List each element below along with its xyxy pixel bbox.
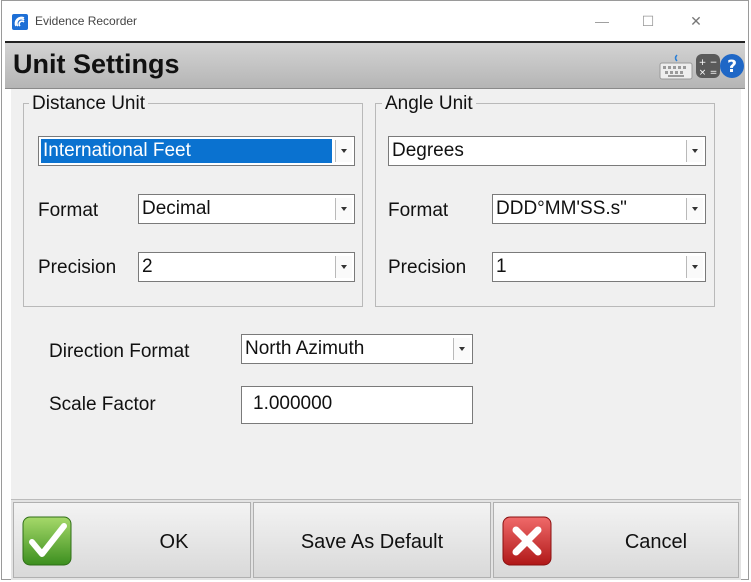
save-as-default-label: Save As Default [300, 531, 444, 553]
angle-unit-group: Angle Unit Degrees Format DDD°MM'SS.s" P… [375, 93, 715, 307]
direction-format-select[interactable]: North Azimuth [241, 334, 473, 364]
distance-unit-group: Distance Unit International Feet Format … [23, 93, 363, 307]
angle-precision-label: Precision [388, 257, 467, 278]
save-as-default-button[interactable]: Save As Default [253, 502, 491, 578]
distance-precision-select[interactable]: 2 [138, 252, 355, 282]
scale-factor-value: 1.000000 [253, 393, 333, 414]
close-button[interactable]: ✕ [682, 9, 710, 33]
title-bar: Evidence Recorder — ☐ ✕ [2, 1, 748, 41]
chevron-down-icon [686, 140, 703, 162]
distance-format-value: Decimal [142, 198, 211, 219]
ok-button-label: OK [159, 531, 189, 553]
angle-format-label: Format [388, 200, 449, 221]
keyboard-icon[interactable] [659, 53, 693, 86]
distance-unit-label: Distance Unit [29, 93, 148, 115]
chevron-down-icon [335, 198, 352, 220]
minimize-button[interactable]: — [588, 9, 616, 33]
distance-unit-select[interactable]: International Feet [38, 136, 355, 166]
direction-format-label: Direction Format [49, 341, 190, 362]
scale-factor-input[interactable]: 1.000000 [241, 386, 473, 424]
button-bar: OK Save As Default Cancel [11, 499, 741, 580]
settings-panel: Distance Unit International Feet Format … [11, 89, 741, 499]
svg-text:+: + [699, 58, 707, 68]
app-logo-icon [12, 14, 28, 30]
svg-text:=: = [710, 68, 718, 78]
chevron-down-icon [335, 256, 352, 278]
distance-precision-label: Precision [38, 257, 117, 278]
distance-precision-value: 2 [142, 256, 153, 277]
svg-text:?: ? [727, 57, 737, 77]
maximize-button[interactable]: ☐ [634, 9, 662, 33]
cancel-button[interactable]: Cancel [493, 502, 739, 578]
angle-format-select[interactable]: DDD°MM'SS.s" [492, 194, 706, 224]
distance-format-label: Format [38, 200, 99, 221]
angle-format-value: DDD°MM'SS.s" [496, 198, 627, 219]
chevron-down-icon [686, 198, 703, 220]
close-x-icon [502, 516, 552, 566]
svg-text:×: × [699, 68, 707, 78]
app-window: Evidence Recorder — ☐ ✕ Unit Settings + −… [1, 0, 749, 580]
page-header: Unit Settings + − × = ? [5, 41, 745, 89]
chevron-down-icon [453, 338, 470, 360]
cancel-button-label: Cancel [624, 531, 688, 553]
ok-button[interactable]: OK [13, 502, 251, 578]
scale-factor-label: Scale Factor [49, 394, 156, 415]
window-title: Evidence Recorder [35, 14, 138, 28]
distance-unit-value: International Feet [41, 139, 332, 163]
svg-text:−: − [710, 58, 718, 68]
page-title: Unit Settings [13, 49, 180, 79]
checkmark-icon [22, 516, 72, 566]
chevron-down-icon [686, 256, 703, 278]
help-icon[interactable]: ? [719, 53, 745, 84]
distance-format-select[interactable]: Decimal [138, 194, 355, 224]
angle-unit-value: Degrees [392, 140, 464, 161]
chevron-down-icon [335, 140, 352, 162]
angle-unit-select[interactable]: Degrees [388, 136, 706, 166]
angle-precision-select[interactable]: 1 [492, 252, 706, 282]
angle-unit-label: Angle Unit [382, 93, 476, 115]
angle-precision-value: 1 [496, 256, 507, 277]
calculator-icon[interactable]: + − × = [695, 53, 721, 84]
direction-format-value: North Azimuth [245, 338, 365, 359]
